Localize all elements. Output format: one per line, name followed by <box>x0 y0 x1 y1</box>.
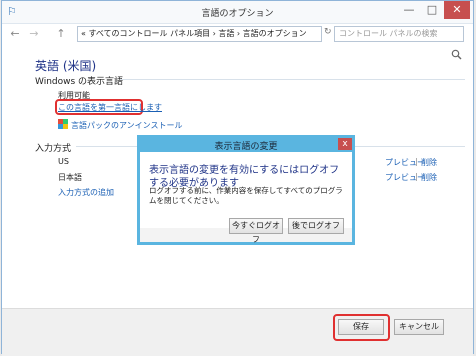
section-divider <box>120 79 465 80</box>
cancel-button[interactable]: キャンセル <box>394 319 444 335</box>
change-display-language-dialog: 表示言語の変更 x 表示言語の変更を有効にするにはログオフする必要があります ロ… <box>137 135 355 245</box>
logoff-later-button[interactable]: 後でログオフ <box>288 218 344 234</box>
language-options-window: ⚐ 言語のオプション — □ ✕ ← → ↑ « すべてのコントロール パネル項… <box>1 0 474 356</box>
maximize-button[interactable]: □ <box>421 1 443 19</box>
address-bar[interactable]: « すべてのコントロール パネル項目 › 言語 › 言語のオプション <box>77 26 322 42</box>
dialog-message: ログオフする前に、作業内容を保存してすべてのプログラムを閉じてください。 <box>149 186 343 205</box>
input-method-name: US <box>58 157 69 166</box>
uninstall-language-pack-link[interactable]: 言語パックのアンインストール <box>71 120 183 131</box>
back-button[interactable]: ← <box>8 27 22 41</box>
shield-icon <box>58 119 68 129</box>
up-button[interactable]: ↑ <box>54 27 68 41</box>
dialog-close-button[interactable]: x <box>338 138 352 150</box>
close-button[interactable]: ✕ <box>444 1 470 19</box>
refresh-icon[interactable]: ↻ <box>324 27 332 37</box>
search-icon[interactable] <box>451 49 463 61</box>
minimize-button[interactable]: — <box>398 1 420 19</box>
make-primary-language-link[interactable]: この言語を第一言語にします <box>58 102 162 113</box>
link-separator: | <box>415 172 418 181</box>
display-language-label: Windows の表示言語 <box>35 77 124 87</box>
navigation-bar: ← → ↑ « すべてのコントロール パネル項目 › 言語 › 言語のオプション… <box>2 23 473 60</box>
search-input[interactable]: コントロール パネルの検索 <box>334 26 464 42</box>
link-separator: | <box>415 157 418 166</box>
forward-button[interactable]: → <box>27 27 41 41</box>
title-bar: ⚐ 言語のオプション — □ ✕ <box>2 1 473 24</box>
preview-link[interactable]: プレビュー <box>385 172 425 183</box>
preview-link[interactable]: プレビュー <box>385 157 425 168</box>
dialog-title-bar: 表示言語の変更 x <box>140 138 352 152</box>
input-methods-label: 入力方式 <box>35 144 72 154</box>
logoff-now-button[interactable]: 今すぐログオフ <box>229 218 283 244</box>
dialog-title: 表示言語の変更 <box>214 142 278 152</box>
remove-link[interactable]: 削除 <box>421 157 437 168</box>
input-method-name: 日本語 <box>58 173 82 182</box>
page-title: 英語 (米国) <box>35 59 97 73</box>
add-input-method-link[interactable]: 入力方式の追加 <box>58 187 114 198</box>
remove-link[interactable]: 削除 <box>421 172 437 183</box>
save-button[interactable]: 保存 <box>338 319 384 335</box>
